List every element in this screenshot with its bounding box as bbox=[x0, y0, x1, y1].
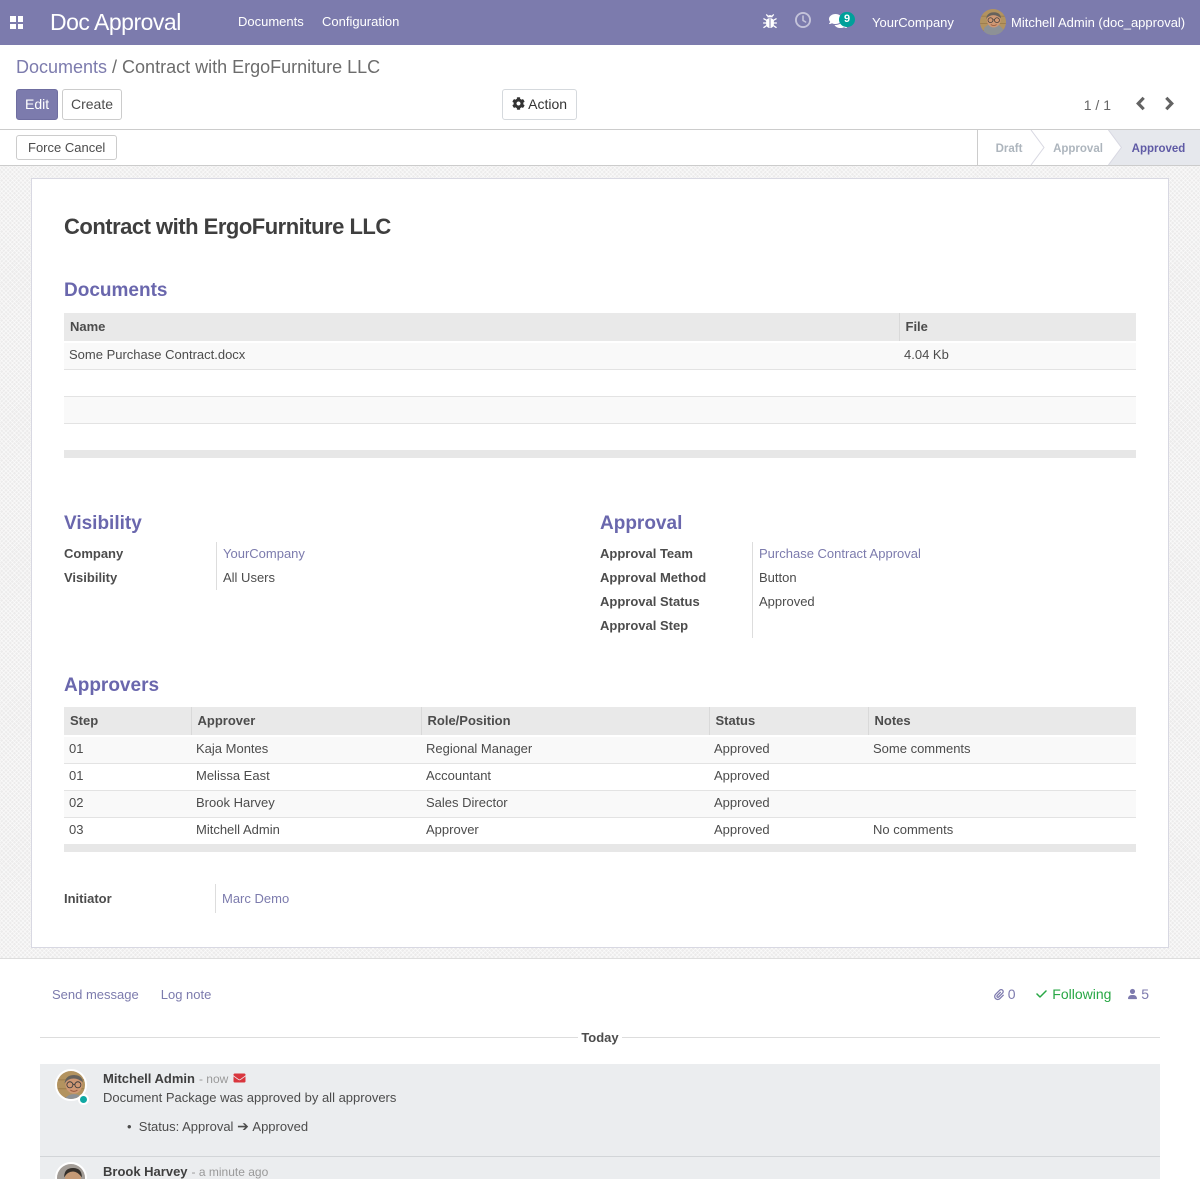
svg-text:Approval: Approval bbox=[1053, 143, 1103, 155]
svg-text:Draft: Draft bbox=[996, 143, 1023, 155]
svg-text:Approved: Approved bbox=[1132, 143, 1186, 155]
